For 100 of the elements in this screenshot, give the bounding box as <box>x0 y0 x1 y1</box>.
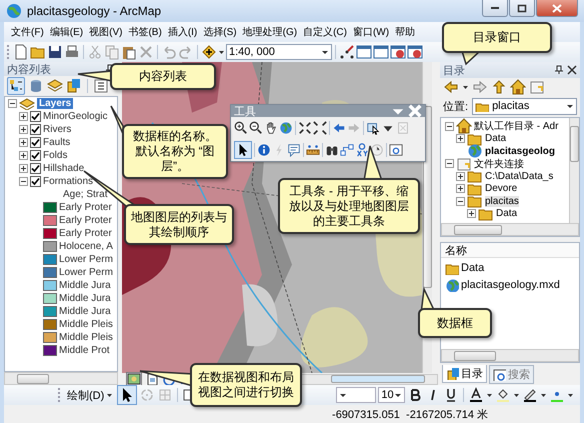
scrollbar-thumb[interactable] <box>454 350 496 360</box>
editor-icon[interactable] <box>339 44 355 60</box>
up-folder-icon[interactable] <box>491 78 507 94</box>
caret-icon[interactable] <box>540 391 547 399</box>
layer-name[interactable]: Faults <box>43 137 70 148</box>
viewer-icon[interactable] <box>389 143 403 157</box>
layer-name[interactable]: Rivers <box>43 124 72 135</box>
tree-item[interactable]: C:\Data\Data_s <box>485 170 554 182</box>
scale-field[interactable]: 1:40, 000 <box>226 44 332 60</box>
fill-color-icon[interactable] <box>495 387 511 403</box>
route-icon[interactable] <box>340 143 354 157</box>
menu-item[interactable]: 视图(V) <box>86 23 126 41</box>
tree-item[interactable]: Data <box>485 133 506 144</box>
expand-toggle[interactable] <box>467 209 476 218</box>
expand-toggle[interactable] <box>19 125 28 134</box>
expand-toggle[interactable] <box>8 99 17 108</box>
expand-toggle[interactable] <box>19 151 28 160</box>
file-item[interactable]: Data <box>461 262 484 274</box>
layer-name[interactable]: Hillshade <box>43 163 84 174</box>
save-icon[interactable] <box>47 44 63 60</box>
layer-checkbox[interactable] <box>30 150 41 161</box>
expand-toggle[interactable] <box>456 172 465 181</box>
menu-item[interactable]: 窗口(W) <box>350 23 392 41</box>
layer-name[interactable]: Folds <box>43 150 68 161</box>
close-button[interactable] <box>536 0 578 17</box>
tree-item[interactable]: placitasgeolog <box>485 146 556 157</box>
new-document-icon[interactable] <box>13 44 29 60</box>
scrollbar[interactable] <box>441 349 579 362</box>
scrollbar[interactable] <box>569 118 579 223</box>
options-icon[interactable] <box>93 78 109 94</box>
file-item[interactable]: placitasgeology.mxd <box>461 279 560 291</box>
scrollbar-thumb[interactable] <box>17 374 49 384</box>
select-features-icon[interactable] <box>366 121 380 135</box>
window-icon[interactable] <box>390 44 406 60</box>
identify-icon[interactable] <box>257 143 271 157</box>
caret-icon[interactable] <box>486 391 493 399</box>
minimize-button[interactable] <box>482 0 508 17</box>
expand-toggle[interactable] <box>19 177 28 186</box>
menu-item[interactable]: 书签(B) <box>125 23 165 41</box>
menu-item[interactable]: 文件(F) <box>8 23 47 41</box>
list-by-order-icon[interactable] <box>8 78 24 94</box>
list-by-selection-icon[interactable] <box>66 78 82 94</box>
layer-checkbox[interactable] <box>30 137 41 148</box>
zoom-in-icon[interactable] <box>234 121 248 135</box>
panel-tab[interactable]: 目录 <box>442 365 487 383</box>
caret-icon[interactable] <box>567 391 574 399</box>
line-color-icon[interactable] <box>522 387 538 403</box>
scrollbar[interactable] <box>441 223 579 236</box>
home-icon[interactable] <box>510 78 526 94</box>
layer-name[interactable]: Formations <box>43 176 94 187</box>
expand-toggle[interactable] <box>19 112 28 121</box>
expand-toggle[interactable] <box>19 138 28 147</box>
tree-item[interactable]: Devore <box>485 183 518 194</box>
expand-toggle[interactable] <box>456 134 465 144</box>
expand-toggle[interactable] <box>19 164 28 173</box>
data-frame-name[interactable]: Layers <box>37 98 74 109</box>
menu-item[interactable]: 编辑(E) <box>46 23 86 41</box>
maximize-button[interactable] <box>509 0 535 17</box>
draw-menu[interactable]: 绘制(D) <box>65 388 116 402</box>
expand-toggle[interactable] <box>456 184 465 194</box>
menu-item[interactable]: 地理处理(G) <box>240 23 300 41</box>
measure-icon[interactable] <box>306 143 320 157</box>
zoom-in-fixed-icon[interactable] <box>298 121 312 135</box>
scrollbar[interactable] <box>4 372 118 385</box>
font-field[interactable] <box>336 387 376 403</box>
window-icon[interactable] <box>373 44 389 60</box>
font-size-field[interactable]: 10 <box>378 387 405 403</box>
paste-icon[interactable] <box>121 44 137 60</box>
layer-checkbox[interactable] <box>30 163 41 174</box>
menu-item[interactable]: 选择(S) <box>200 23 240 41</box>
zoom-out-icon[interactable] <box>249 121 263 135</box>
zoom-out-fixed-icon[interactable] <box>313 121 327 135</box>
layer-checkbox[interactable] <box>30 124 41 135</box>
pin-icon[interactable] <box>554 65 564 75</box>
hand-icon[interactable] <box>264 121 278 135</box>
popup-icon[interactable] <box>287 143 301 157</box>
back-icon[interactable] <box>443 78 459 94</box>
scrollbar-thumb[interactable] <box>570 126 579 162</box>
connect-folder-icon[interactable] <box>529 78 545 94</box>
caret-icon[interactable] <box>513 391 520 399</box>
scrollbar-thumb[interactable] <box>454 224 502 234</box>
layer-checkbox[interactable] <box>30 111 41 122</box>
list-by-visibility-icon[interactable] <box>47 78 63 94</box>
close-icon[interactable] <box>567 65 577 75</box>
font-color-icon[interactable] <box>468 387 484 403</box>
expand-toggle[interactable] <box>456 196 465 206</box>
window-icon[interactable] <box>356 44 372 60</box>
expand-toggle[interactable] <box>445 122 454 131</box>
expand-toggle[interactable] <box>445 159 454 168</box>
add-data-icon[interactable] <box>201 44 217 60</box>
scrollbar-thumb[interactable] <box>331 375 425 383</box>
data-view-button[interactable] <box>126 372 142 386</box>
panel-tab[interactable]: 搜索 <box>489 365 534 384</box>
back-icon[interactable] <box>332 121 346 135</box>
tree-item[interactable]: 默认工作目录 - Adr <box>474 119 558 134</box>
scrollbar-thumb[interactable] <box>423 106 432 288</box>
column-header[interactable]: 名称 <box>445 242 467 258</box>
layer-checkbox[interactable] <box>30 176 41 187</box>
menu-item[interactable]: 自定义(C) <box>300 23 350 41</box>
window-icon[interactable] <box>407 44 423 60</box>
